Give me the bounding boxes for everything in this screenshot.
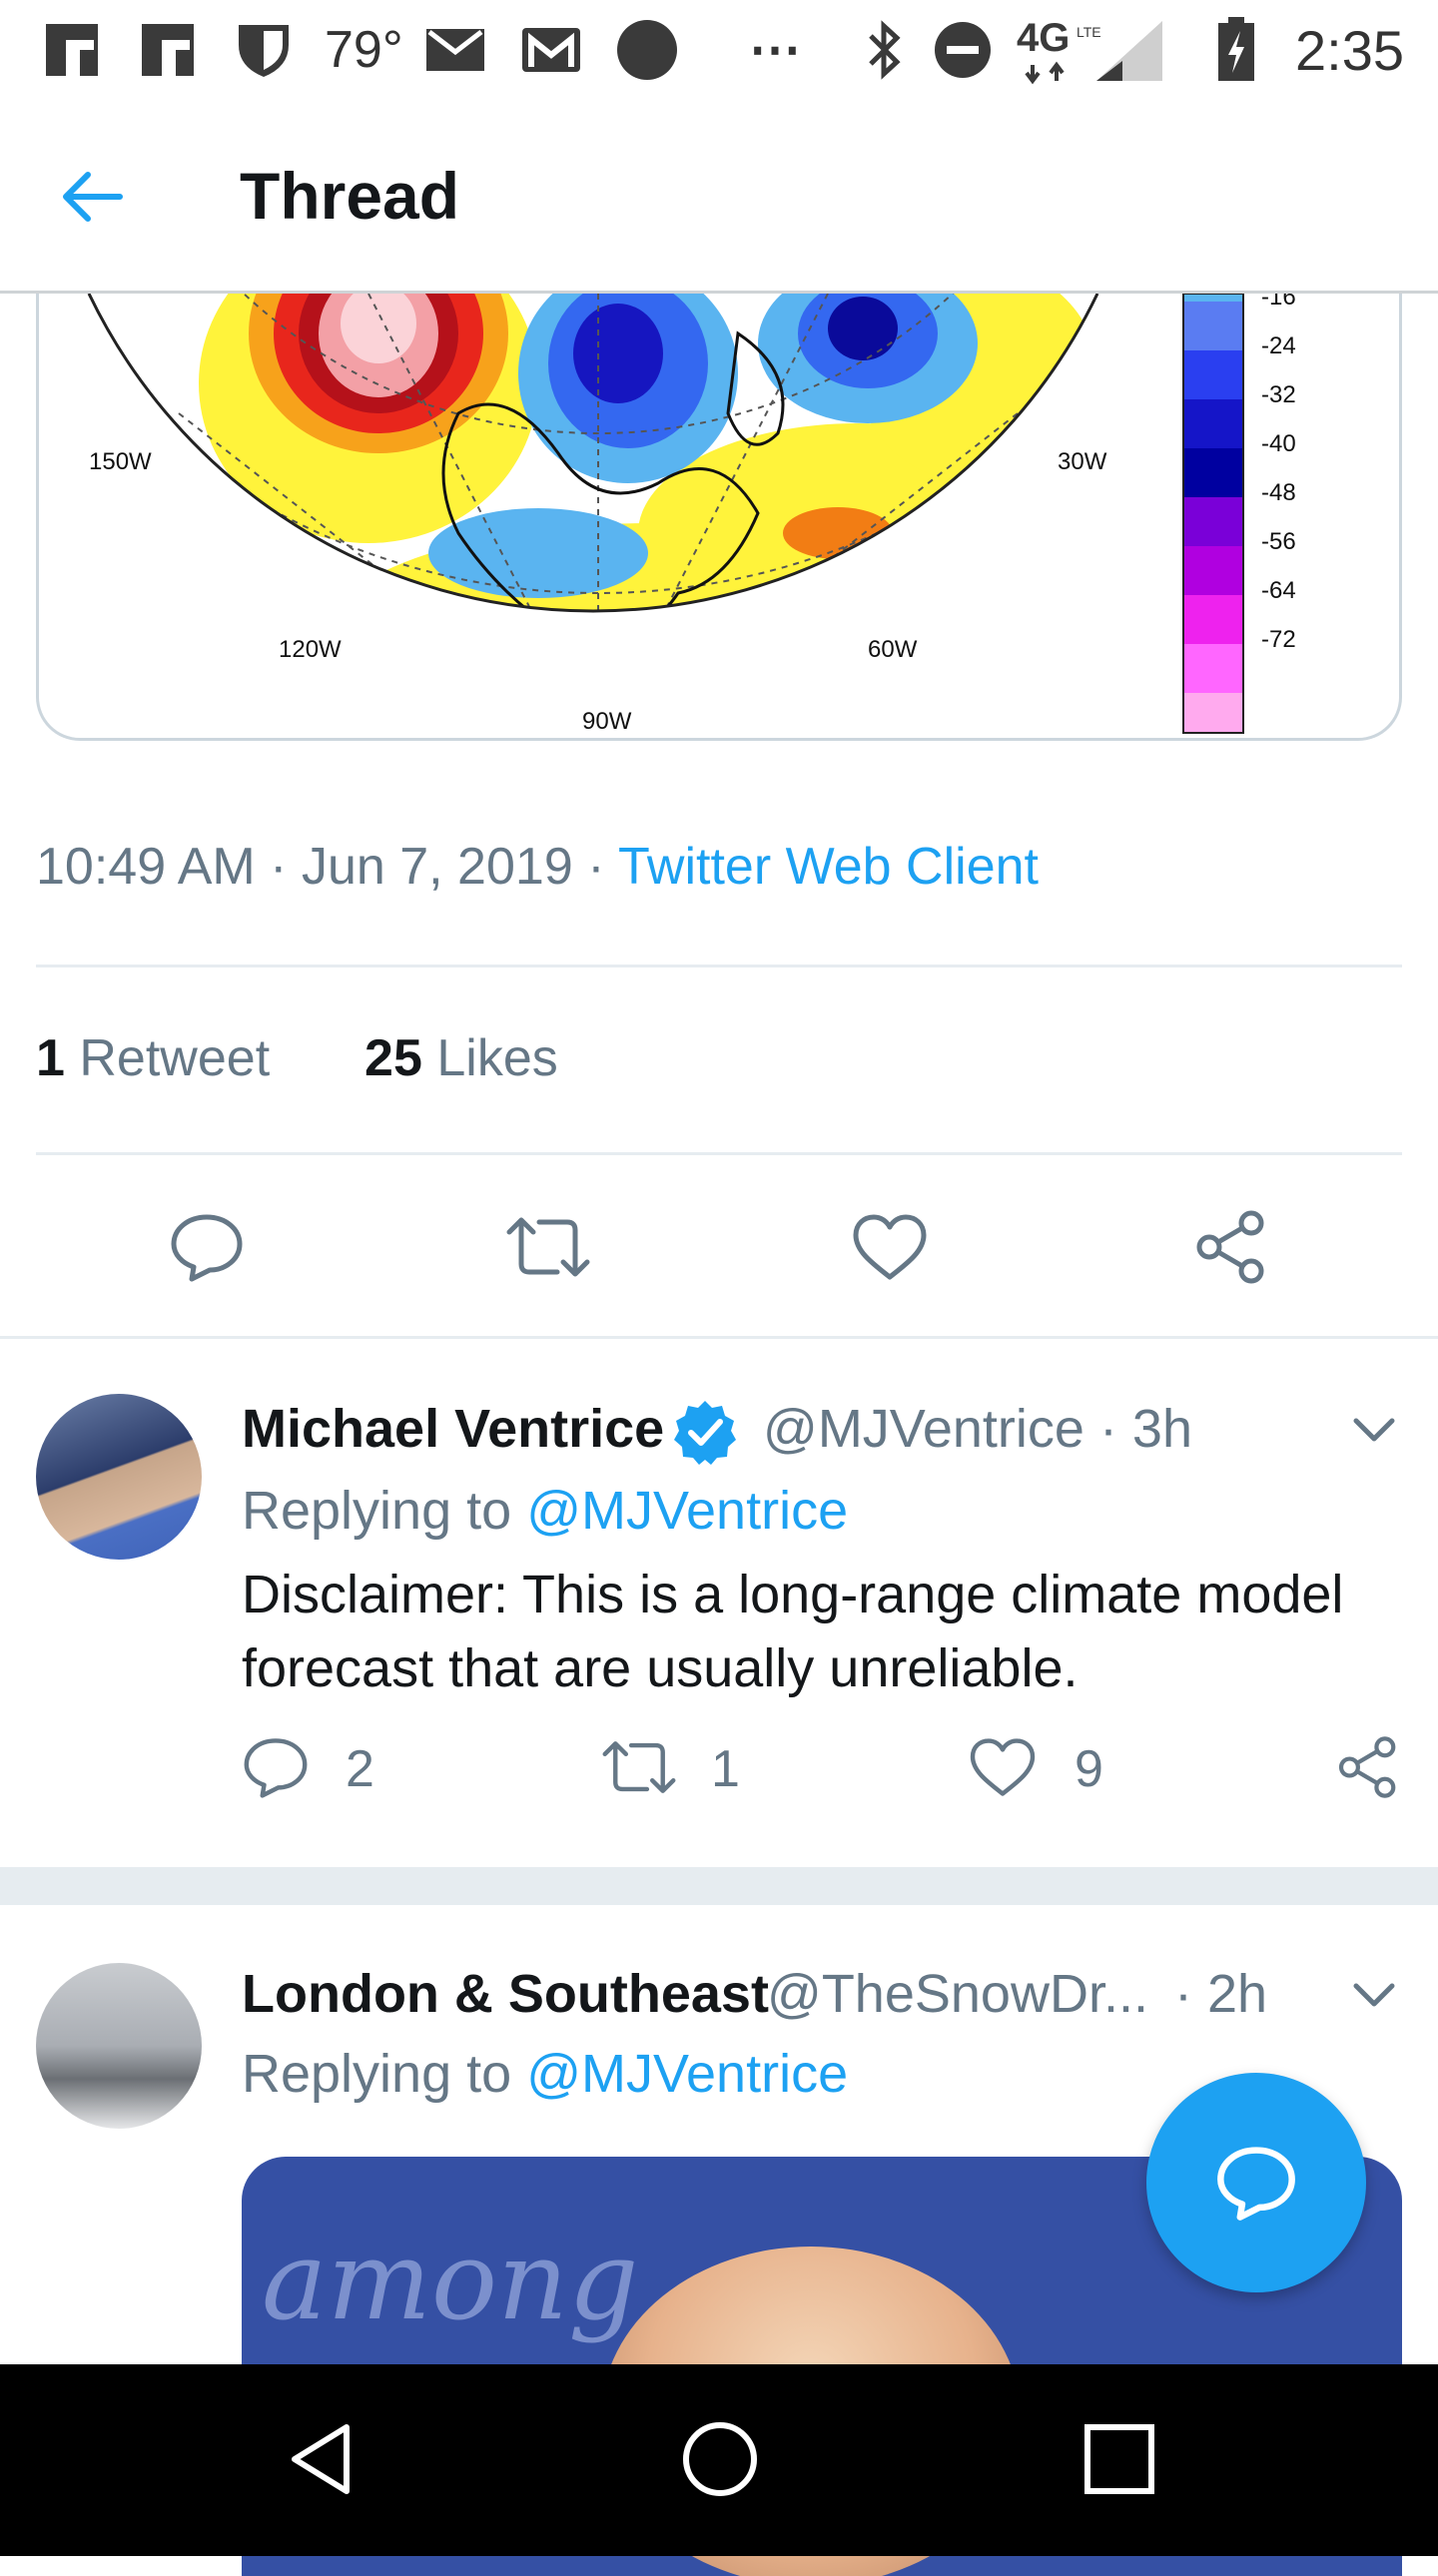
reply-count: 2 xyxy=(346,1740,374,1798)
gmail-icon xyxy=(519,14,583,86)
lon-label: 30W xyxy=(1058,448,1107,475)
retweets-label: Retweet xyxy=(79,1029,271,1087)
reply-icon[interactable] xyxy=(162,1202,252,1292)
shield-icon xyxy=(232,14,296,86)
avatar[interactable] xyxy=(36,1963,202,2129)
replying-to: Replying to @MJVentrice xyxy=(242,1480,848,1542)
system-nav-bar xyxy=(0,2364,1438,2556)
scale-swatch xyxy=(1183,497,1243,546)
svg-text:LTE: LTE xyxy=(1077,24,1101,40)
email-icon xyxy=(423,14,487,86)
share-icon[interactable] xyxy=(1186,1202,1276,1292)
tweet-timestamp: 10:49 AM · Jun 7, 2019 · Twitter Web Cli… xyxy=(36,837,1039,897)
divider xyxy=(36,965,1402,967)
svg-text:4G: 4G xyxy=(1017,16,1070,60)
reply-author-handle: @MJVentrice · 3h xyxy=(763,1398,1192,1460)
scale-label: -64 xyxy=(1261,577,1296,604)
replying-to-link[interactable]: @MJVentrice xyxy=(526,1481,848,1541)
tweet-date: Jun 7, 2019 xyxy=(301,838,573,896)
meta-separator: · xyxy=(587,838,605,896)
retweets-stat[interactable]: 1 Retweet xyxy=(36,1029,270,1087)
verified-badge-icon xyxy=(671,1398,739,1466)
back-icon[interactable] xyxy=(266,2404,375,2514)
handle-text: @MJVentrice xyxy=(763,1399,1084,1459)
lon-label: 150W xyxy=(89,448,152,475)
reply-author-handle: @TheSnowDr... xyxy=(767,1964,1148,2024)
bluetooth-icon xyxy=(857,14,913,86)
meta-separator: · xyxy=(270,838,288,896)
app-bar: Thread xyxy=(0,100,1438,294)
retweets-count: 1 xyxy=(36,1029,65,1087)
section-separator xyxy=(0,1867,1438,1905)
scale-label: -32 xyxy=(1261,381,1296,408)
status-bar: 79° ⋯ 4G LTE 2:35 xyxy=(0,0,1438,100)
tweet-source-link[interactable]: Twitter Web Client xyxy=(618,838,1039,896)
replying-prefix: Replying to xyxy=(242,2044,512,2104)
reply-text: Disclaimer: This is a long-range climate… xyxy=(242,1565,1344,1698)
recents-icon[interactable] xyxy=(1065,2404,1174,2514)
reply-icon xyxy=(1217,2147,1295,2221)
retweet-icon[interactable] xyxy=(503,1202,593,1292)
scale-swatch xyxy=(1183,644,1243,693)
reply-author-name[interactable]: Michael Ventrice xyxy=(242,1398,664,1460)
compose-reply-button[interactable] xyxy=(1146,2073,1366,2292)
share-icon[interactable] xyxy=(1328,1727,1408,1807)
scale-label: -40 xyxy=(1261,430,1296,457)
scale-label: -48 xyxy=(1261,479,1296,506)
chevron-down-icon[interactable] xyxy=(1344,1400,1404,1460)
scale-swatch xyxy=(1183,350,1243,399)
replying-prefix: Replying to xyxy=(242,1481,512,1541)
scale-label: -16 xyxy=(1261,294,1296,311)
signal-icon: 4G LTE xyxy=(1013,14,1172,86)
scale-swatch xyxy=(1183,595,1243,644)
reply-time: · 3h xyxy=(1098,1399,1192,1459)
likes-stat[interactable]: 25 Likes xyxy=(364,1029,558,1087)
back-arrow-icon[interactable] xyxy=(48,152,138,242)
anomaly-map: 150W 120W 90W 60W 30W -16 -24 -32 -40 -4… xyxy=(87,294,1296,735)
status-time: 2:35 xyxy=(1295,18,1404,82)
tweet-time: 10:49 AM xyxy=(36,838,256,896)
scale-label: -56 xyxy=(1261,528,1296,555)
home-icon[interactable] xyxy=(665,2404,775,2514)
media-text: among xyxy=(262,2217,639,2344)
scale-label: -24 xyxy=(1261,332,1296,359)
scale-label: -72 xyxy=(1261,626,1296,653)
color-scale: -16 -24 -32 -40 -48 -56 -64 -72 xyxy=(1182,294,1296,734)
battery-icon xyxy=(1210,14,1262,86)
chevron-down-icon[interactable] xyxy=(1344,1965,1404,2025)
do-not-disturb-icon xyxy=(931,14,995,86)
reply-author-name[interactable]: London & Southeast xyxy=(242,1963,769,2025)
scale-swatch xyxy=(1183,302,1243,350)
avatar[interactable] xyxy=(36,1394,202,1560)
lon-label: 120W xyxy=(279,636,342,663)
reply-icon[interactable] xyxy=(236,1727,316,1807)
scale-swatch xyxy=(1183,546,1243,595)
scale-swatch xyxy=(1183,448,1243,497)
tweet-stats: 1 Retweet 25 Likes xyxy=(36,1028,558,1088)
scale-swatch xyxy=(1183,693,1243,733)
like-icon[interactable] xyxy=(845,1202,935,1292)
reply-time: · 2h xyxy=(1174,1964,1268,2024)
scale-swatch xyxy=(1183,294,1243,302)
likes-count: 25 xyxy=(364,1029,422,1087)
lon-label: 60W xyxy=(868,636,918,663)
like-count: 9 xyxy=(1075,1740,1103,1798)
flipboard-icon xyxy=(136,14,200,86)
dot-icon xyxy=(611,14,683,86)
likes-label: Likes xyxy=(436,1029,558,1087)
replying-to: Replying to @MJVentrice xyxy=(242,2043,848,2105)
scale-swatch xyxy=(1183,399,1243,448)
retweet-count: 1 xyxy=(711,1740,740,1798)
like-icon[interactable] xyxy=(963,1727,1043,1807)
lon-label: 90W xyxy=(582,708,632,735)
retweet-icon[interactable] xyxy=(599,1727,679,1807)
temperature: 79° xyxy=(325,21,403,79)
flipboard-icon xyxy=(40,14,104,86)
divider xyxy=(0,1336,1438,1339)
page-title: Thread xyxy=(240,159,460,233)
replying-to-link[interactable]: @MJVentrice xyxy=(526,2044,848,2104)
divider xyxy=(36,1152,1402,1155)
tweet-image[interactable]: 150W 120W 90W 60W 30W -16 -24 -32 -40 -4… xyxy=(36,294,1402,741)
more-icon: ⋯ xyxy=(749,21,801,79)
